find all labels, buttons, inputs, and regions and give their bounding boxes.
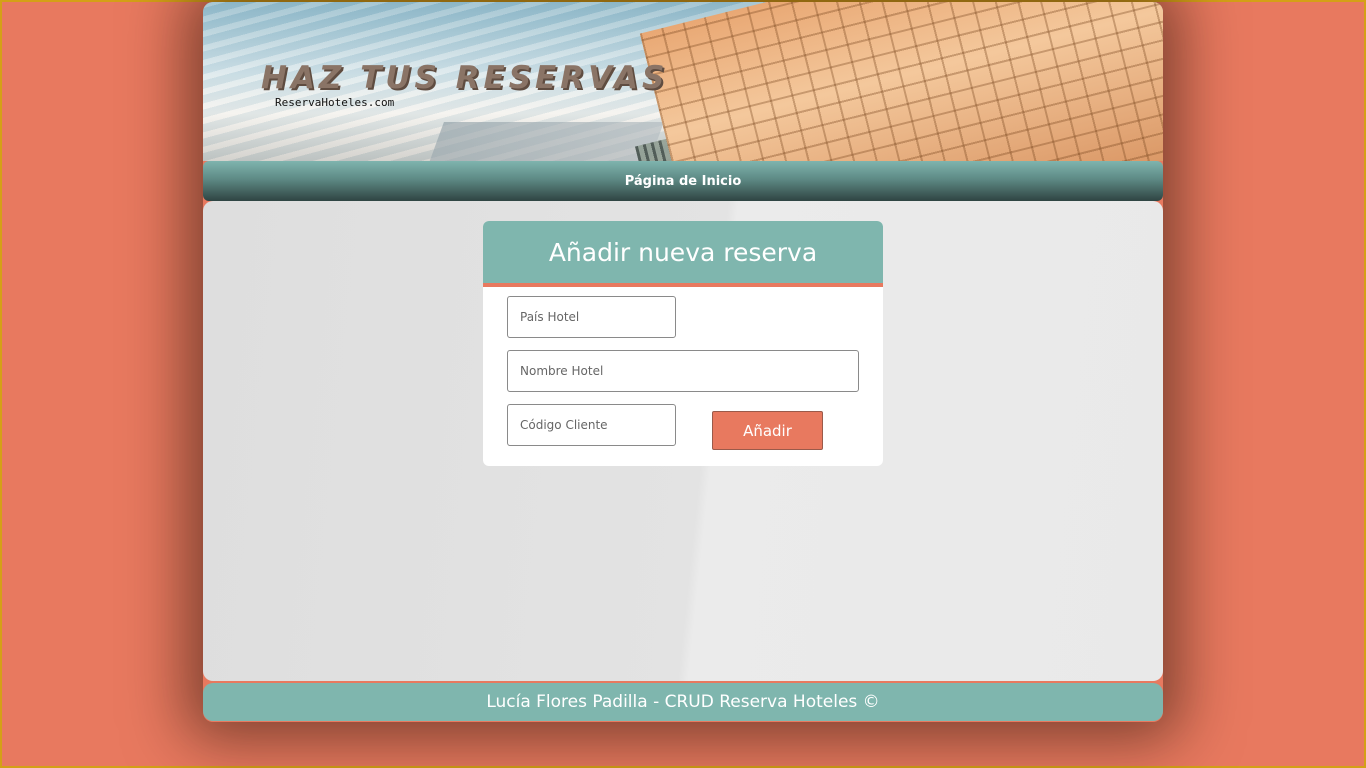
main-content: Añadir nueva reserva Añadir — [203, 201, 1163, 681]
codigo-cliente-input[interactable] — [507, 404, 676, 446]
nombre-hotel-input[interactable] — [507, 350, 859, 392]
add-reservation-card: Añadir nueva reserva Añadir — [483, 221, 883, 466]
footer-text: Lucía Flores Padilla - CRUD Reserva Hote… — [486, 692, 880, 712]
banner-title: HAZ TUS RESERVAS — [261, 60, 669, 96]
footer: Lucía Flores Padilla - CRUD Reserva Hote… — [203, 683, 1163, 721]
card-title: Añadir nueva reserva — [548, 237, 818, 267]
add-button[interactable]: Añadir — [712, 411, 823, 450]
card-header: Añadir nueva reserva — [483, 221, 883, 287]
nav-link-home[interactable]: Página de Inicio — [625, 174, 742, 189]
banner-tower — [639, 2, 1163, 161]
header-banner: HAZ TUS RESERVAS ReservaHoteles.com — [203, 2, 1163, 161]
nav-bar: Página de Inicio — [203, 161, 1163, 201]
banner-building-left — [422, 122, 664, 161]
banner-subtitle: ReservaHoteles.com — [275, 96, 395, 109]
pais-hotel-input[interactable] — [507, 296, 676, 338]
